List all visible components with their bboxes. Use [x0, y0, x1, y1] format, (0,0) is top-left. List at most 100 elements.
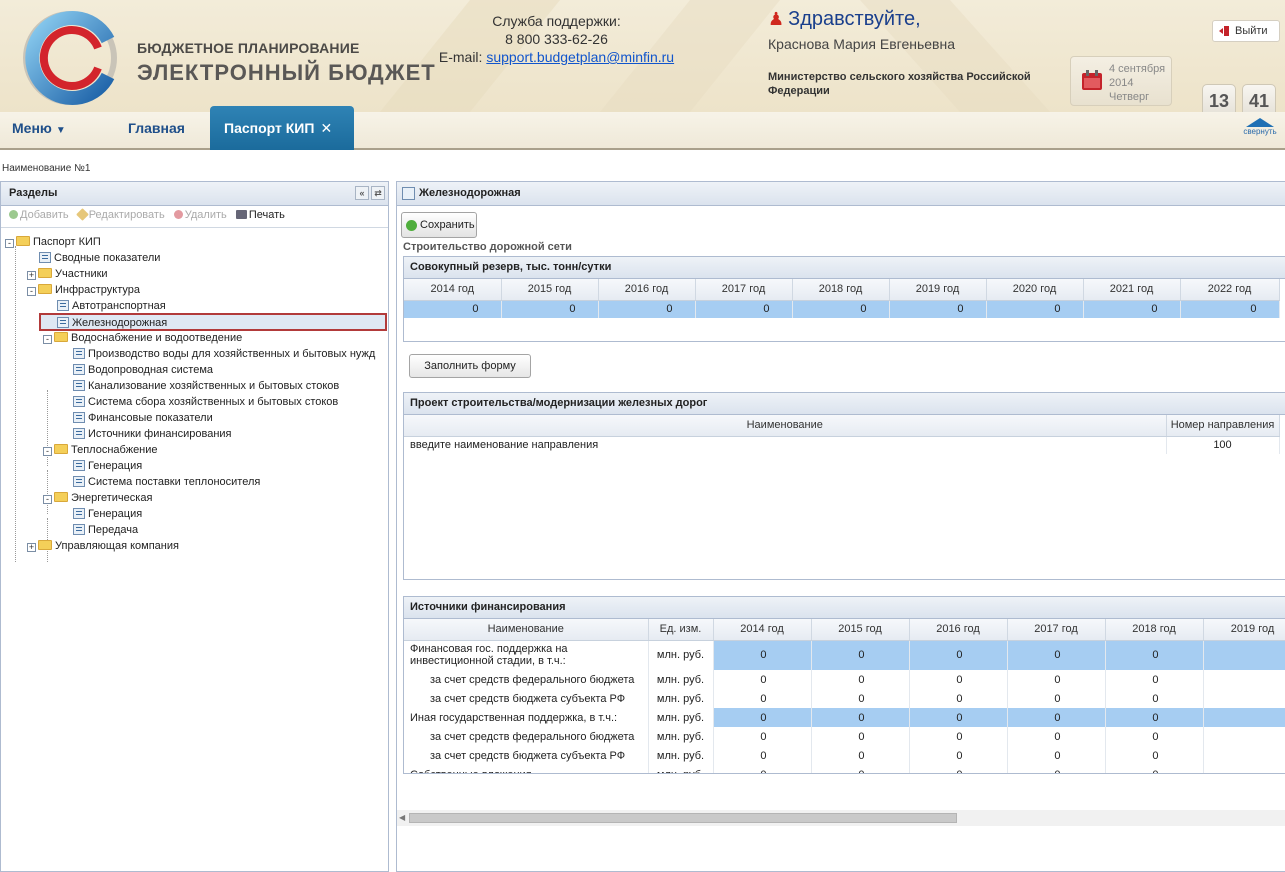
tree-item[interactable]: - Водоснабжение и водоотведение [43, 330, 242, 346]
table-cell[interactable]: 0 [1105, 746, 1204, 765]
column-header-unit[interactable]: Ед. изм. [648, 619, 714, 641]
tree-item[interactable]: Генерация [73, 458, 142, 474]
table-cell[interactable]: 0 [1007, 670, 1106, 689]
table-cell[interactable]: 0 [909, 670, 1008, 689]
collapse-toggle-icon[interactable]: - [27, 287, 36, 296]
column-header-year[interactable]: 2016 год [909, 619, 1008, 641]
table-cell[interactable]: 0 [713, 765, 812, 773]
column-header-year[interactable]: 2017 год [695, 279, 793, 301]
horizontal-scrollbar[interactable]: ◀ [397, 810, 1285, 826]
table-row[interactable]: Иная государственная поддержка, в т.ч.: м… [404, 708, 1285, 727]
collapse-toggle-icon[interactable]: - [43, 495, 52, 504]
table-cell[interactable]: 0 [1105, 708, 1204, 727]
table-cell[interactable]: 0 [811, 746, 910, 765]
tree-item[interactable]: Генерация [73, 506, 142, 522]
print-button[interactable]: Печать [235, 209, 285, 221]
delete-button[interactable]: Удалить [173, 209, 227, 221]
table-cell[interactable]: 0 [811, 689, 910, 708]
tree-item[interactable]: Водопроводная система [73, 362, 213, 378]
table-row[interactable]: введите наименование направления 100 [404, 436, 1280, 454]
table-cell[interactable]: 0 [1007, 765, 1106, 773]
tree-item-selected[interactable]: Железнодорожная [39, 313, 387, 331]
column-header-year[interactable]: 2022 год [1180, 279, 1280, 301]
column-header-year[interactable]: 2016 год [598, 279, 696, 301]
tab-home[interactable]: Главная [128, 120, 185, 136]
table-cell[interactable]: 0 [713, 689, 812, 708]
table-cell[interactable]: 0 [1180, 300, 1280, 318]
menu-button[interactable]: Меню ▼ [12, 120, 66, 136]
column-header-year[interactable]: 2018 год [792, 279, 890, 301]
tree-item[interactable]: Сводные показатели [39, 250, 160, 266]
save-button[interactable]: Сохранить [401, 212, 477, 238]
table-cell[interactable]: 0 [1007, 708, 1106, 727]
table-cell[interactable]: 0 [404, 300, 502, 318]
table-cell[interactable]: 0 [811, 765, 910, 773]
table-cell[interactable] [1203, 765, 1285, 773]
table-cell[interactable]: 0 [909, 746, 1008, 765]
tree-item[interactable]: Финансовые показатели [73, 410, 213, 426]
table-cell[interactable]: 0 [986, 300, 1084, 318]
table-cell[interactable]: 0 [713, 708, 812, 727]
table-row[interactable]: Собственные вложениямлн. руб.00000 [404, 765, 1285, 773]
column-header-name[interactable]: Наименование [404, 415, 1167, 437]
column-header-year[interactable]: 2020 год [986, 279, 1084, 301]
collapse-header-button[interactable]: свернуть [1236, 114, 1284, 148]
tree-item[interactable]: - Инфраструктура [27, 282, 140, 298]
tree-item[interactable]: - Энергетическая [43, 490, 152, 506]
table-cell[interactable]: 0 [1105, 689, 1204, 708]
expand-toggle-icon[interactable]: + [27, 543, 36, 552]
collapse-toggle-icon[interactable]: - [5, 239, 14, 248]
collapse-toggle-icon[interactable]: - [43, 335, 52, 344]
column-header-year[interactable]: 2014 год [404, 279, 502, 301]
tree-item[interactable]: + Управляющая компания [27, 538, 179, 554]
table-cell[interactable]: 0 [1105, 765, 1204, 773]
table-cell[interactable]: 0 [1007, 640, 1106, 670]
table-cell[interactable]: 0 [792, 300, 890, 318]
support-email-link[interactable]: support.budgetplan@minfin.ru [486, 49, 674, 65]
table-cell[interactable]: 0 [811, 708, 910, 727]
table-cell[interactable]: 0 [811, 640, 910, 670]
add-button[interactable]: Добавить [9, 209, 69, 221]
table-cell[interactable]: 0 [501, 300, 599, 318]
table-row[interactable]: Финансовая гос. поддержка на инвестицион… [404, 640, 1285, 670]
column-header-year[interactable]: 2021 год [1083, 279, 1181, 301]
column-header-year[interactable]: 2015 год [811, 619, 910, 641]
tree-item[interactable]: + Участники [27, 266, 108, 282]
column-header-year[interactable]: 2018 год [1105, 619, 1204, 641]
column-header-year[interactable]: 2019 год [889, 279, 987, 301]
table-cell[interactable]: 0 [713, 727, 812, 746]
collapse-panel-icon[interactable]: « [355, 186, 369, 200]
table-cell[interactable]: 0 [909, 689, 1008, 708]
collapse-toggle-icon[interactable]: - [43, 447, 52, 456]
table-cell[interactable] [1203, 670, 1285, 689]
table-cell[interactable]: 0 [1007, 689, 1106, 708]
column-header-number[interactable]: Номер направления [1166, 415, 1280, 437]
column-header-year[interactable]: 2017 год [1007, 619, 1106, 641]
table-row[interactable]: за счет средств федерального бюджета млн.… [404, 670, 1285, 689]
table-cell-number[interactable]: 100 [1166, 436, 1280, 454]
table-cell[interactable]: 0 [1105, 727, 1204, 746]
tree-item[interactable]: Производство воды для хозяйственных и бы… [73, 346, 375, 362]
table-row[interactable]: за счет средств бюджета субъекта РФ млн. … [404, 689, 1285, 708]
tree-item[interactable]: Источники финансирования [73, 426, 232, 442]
close-icon[interactable]: ✕ [320, 120, 332, 136]
scroll-left-icon[interactable]: ◀ [399, 813, 405, 822]
table-cell[interactable]: 0 [811, 670, 910, 689]
table-cell[interactable] [1203, 746, 1285, 765]
table-cell[interactable]: 0 [598, 300, 696, 318]
expand-toggle-icon[interactable]: + [27, 271, 36, 280]
table-row[interactable]: 000000000 [404, 300, 1280, 318]
table-cell[interactable]: 0 [909, 765, 1008, 773]
tree-item[interactable]: Передача [73, 522, 138, 538]
edit-button[interactable]: Редактировать [75, 208, 165, 221]
table-cell[interactable]: 0 [909, 727, 1008, 746]
tree-item[interactable]: Система сбора хозяйственных и бытовых ст… [73, 394, 338, 410]
table-cell-name[interactable]: введите наименование направления [404, 436, 1167, 454]
column-header-year[interactable]: 2019 год [1203, 619, 1285, 641]
table-cell[interactable]: 0 [1105, 640, 1204, 670]
table-row[interactable]: за счет средств федерального бюджета млн.… [404, 727, 1285, 746]
column-header-year[interactable]: 2015 год [501, 279, 599, 301]
table-cell[interactable]: 0 [1083, 300, 1181, 318]
table-cell[interactable]: 0 [713, 746, 812, 765]
scrollbar-thumb[interactable] [409, 813, 957, 823]
